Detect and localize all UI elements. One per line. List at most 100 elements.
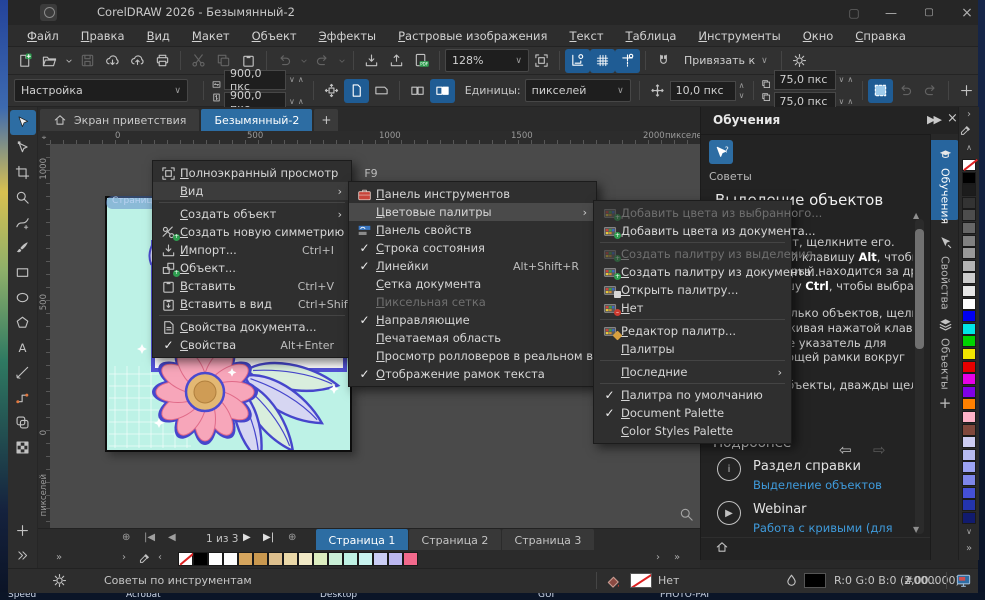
menubar-item[interactable]: Вид xyxy=(136,29,181,43)
doc-color-swatch[interactable] xyxy=(328,552,343,566)
docker-tab-объекты[interactable]: Объекты xyxy=(931,310,959,386)
new-document-tab-button[interactable]: + xyxy=(314,109,338,131)
color-swatch[interactable] xyxy=(962,285,976,297)
doc-color-swatch[interactable] xyxy=(238,552,253,566)
spin-down-icon[interactable]: ∨ xyxy=(289,98,295,106)
zoom-level-select[interactable]: 128% ∨ xyxy=(445,49,529,72)
color-swatch[interactable] xyxy=(962,373,976,385)
line-tool-icon[interactable] xyxy=(10,360,36,385)
menubar-item[interactable]: Эффекты xyxy=(308,29,388,43)
color-swatch[interactable] xyxy=(962,436,976,448)
menu-item[interactable]: Создать объект› xyxy=(153,205,351,223)
guidelines-toggle-icon[interactable] xyxy=(615,49,640,73)
menu-item[interactable]: ✓Document Palette xyxy=(594,404,791,422)
curve-tool-icon[interactable] xyxy=(10,210,36,235)
units-select[interactable]: пикселей ∨ xyxy=(525,79,631,102)
add-page-start-icon[interactable]: ⊕ xyxy=(122,532,130,543)
portrait-button[interactable] xyxy=(344,79,369,103)
menu-item[interactable]: Панель свойств xyxy=(349,221,596,239)
color-swatch[interactable] xyxy=(962,411,976,423)
menu-item[interactable]: Цветовые палитры› xyxy=(349,203,596,221)
menu-item[interactable]: Палитры xyxy=(594,340,791,358)
outline-tool-icon[interactable] xyxy=(10,410,36,435)
menubar-item[interactable]: Объект xyxy=(241,29,308,43)
maximize-button[interactable]: ▢ xyxy=(912,0,946,25)
print-icon[interactable] xyxy=(150,49,175,73)
doc-color-swatch[interactable] xyxy=(253,552,268,566)
palette-more-icon[interactable]: » xyxy=(959,543,979,554)
preview-borders-icon[interactable] xyxy=(529,49,554,73)
menu-item[interactable]: ✓СвойстваAlt+Enter xyxy=(153,336,351,354)
menu-item[interactable]: +Объект... xyxy=(153,259,351,277)
grid-toggle-icon[interactable] xyxy=(590,49,615,73)
color-swatch[interactable] xyxy=(962,424,976,436)
docpalette-next-icon[interactable]: ‹ xyxy=(158,552,162,563)
docpalette-expand-icon[interactable]: › xyxy=(656,552,660,563)
scrollbar-thumb[interactable] xyxy=(915,229,924,349)
menubar-item[interactable]: Таблица xyxy=(615,29,688,43)
minimize-button[interactable]: — xyxy=(874,0,908,25)
palette-expand-icon[interactable]: › xyxy=(959,109,979,120)
spin-up-icon[interactable]: ∧ xyxy=(739,82,745,90)
import-icon[interactable] xyxy=(359,49,384,73)
color-swatch[interactable] xyxy=(962,197,976,209)
first-page-icon[interactable]: |◀ xyxy=(144,532,155,543)
pick-tool-icon[interactable] xyxy=(10,110,36,135)
color-swatch[interactable] xyxy=(962,487,976,499)
doc-color-swatch[interactable] xyxy=(373,552,388,566)
tab-welcome-screen[interactable]: Экран приветствия xyxy=(40,109,199,131)
brush-tool-icon[interactable] xyxy=(10,235,36,260)
menu-item[interactable]: +Добавить цвета из документа... xyxy=(594,222,791,240)
page-tab[interactable]: Страница 2 xyxy=(409,529,501,551)
window-layout-icon[interactable]: ▢ xyxy=(837,0,871,25)
resize-icon[interactable] xyxy=(319,79,344,103)
webinar-link[interactable]: Работа с кривыми (для xyxy=(753,521,893,535)
palette-scroll-down-icon[interactable]: ∨ xyxy=(959,527,979,536)
cloud-download-icon[interactable] xyxy=(100,49,125,73)
color-swatch[interactable] xyxy=(962,209,976,221)
doc-color-swatch[interactable] xyxy=(193,552,208,566)
close-button[interactable]: × xyxy=(950,0,984,25)
text-tool-icon[interactable]: A xyxy=(10,335,36,360)
docpalette-more-icon[interactable]: » xyxy=(56,552,62,563)
no-color-swatch[interactable] xyxy=(178,552,193,566)
menu-item[interactable]: Полноэкранный просмотрF9 xyxy=(153,164,351,182)
pdf-export-icon[interactable]: PDF xyxy=(409,49,434,73)
canvas-zoom-icon[interactable] xyxy=(679,507,694,522)
color-swatch[interactable] xyxy=(962,272,976,284)
spin-down-icon[interactable]: ∨ xyxy=(289,76,295,84)
zoom-tool-icon[interactable] xyxy=(10,185,36,210)
menubar-item[interactable]: Справка xyxy=(844,29,917,43)
color-swatch[interactable] xyxy=(962,172,976,184)
color-swatch[interactable] xyxy=(962,260,976,272)
color-swatch[interactable] xyxy=(962,512,976,524)
menu-item[interactable]: Редактор палитр... xyxy=(594,322,791,340)
rectangle-tool-icon[interactable] xyxy=(10,260,36,285)
color-swatch[interactable] xyxy=(962,235,976,247)
menu-item[interactable]: Свойства документа... xyxy=(153,318,351,336)
connector-tool-icon[interactable] xyxy=(10,385,36,410)
title-bar[interactable]: CorelDRAW 2026 - Безымянный-2 ▢ — ▢ × xyxy=(8,0,978,25)
scroll-down-icon[interactable]: ▼ xyxy=(913,525,919,534)
toolbox-overflow-icon[interactable] xyxy=(10,543,36,568)
add-tool-button[interactable] xyxy=(10,518,36,543)
color-swatch[interactable] xyxy=(962,335,976,347)
doc-color-swatch[interactable] xyxy=(313,552,328,566)
preset-select[interactable]: Настройка ∨ xyxy=(14,79,188,102)
page-width-input[interactable]: 900,0 пкс xyxy=(224,70,286,90)
doc-color-swatch[interactable] xyxy=(343,552,358,566)
shape-tool-icon[interactable] xyxy=(10,135,36,160)
new-document-icon[interactable] xyxy=(12,49,37,73)
menu-item[interactable]: Color Styles Palette xyxy=(594,422,791,440)
chevron-down-icon[interactable] xyxy=(62,49,75,73)
spin-up-icon[interactable]: ∧ xyxy=(298,76,304,84)
menu-item[interactable]: –Нет xyxy=(594,299,791,317)
menu-item[interactable]: ✓Направляющие xyxy=(349,311,596,329)
menu-item[interactable]: Печатаемая область xyxy=(349,329,596,347)
color-swatch[interactable] xyxy=(962,310,976,322)
docpalette-overflow-icon[interactable]: » xyxy=(674,552,680,563)
page-tab[interactable]: Страница 3 xyxy=(502,529,594,551)
color-swatch[interactable] xyxy=(962,398,976,410)
back-arrow-icon[interactable]: ⇦ xyxy=(839,441,852,459)
color-swatch[interactable] xyxy=(962,386,976,398)
